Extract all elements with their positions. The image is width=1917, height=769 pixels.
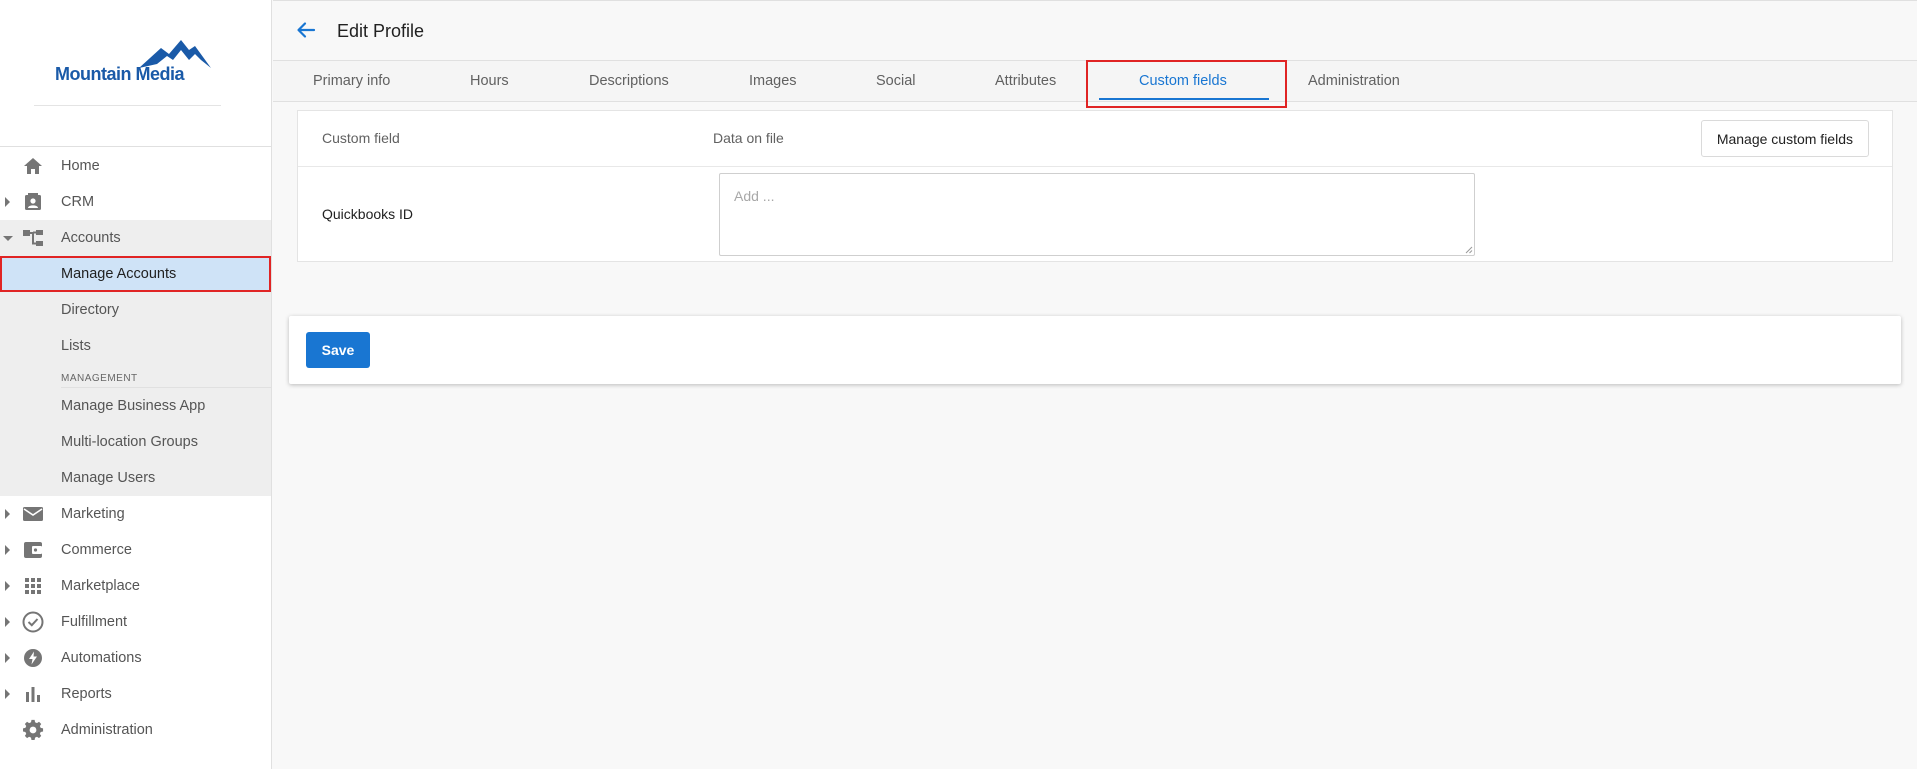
sidebar-item-home[interactable]: Home — [0, 148, 271, 184]
sidebar-item-accounts[interactable]: Accounts — [0, 220, 271, 256]
expand-caret-icon[interactable] — [5, 581, 10, 591]
home-icon — [22, 156, 44, 176]
hierarchy-icon — [22, 228, 44, 248]
sidebar-item-label: Directory — [61, 302, 120, 318]
sidebar-item-directory[interactable]: Directory — [0, 292, 271, 328]
sidebar: Mountain Media Home CRM Accounts Manage … — [0, 0, 272, 769]
save-bar: Save — [289, 316, 1901, 384]
quickbooks-id-field[interactable] — [719, 173, 1475, 256]
sidebar-item-administration[interactable]: Administration — [0, 712, 271, 748]
tab-descriptions[interactable]: Descriptions — [589, 61, 669, 101]
management-section-header: MANAGEMENT — [61, 364, 271, 388]
tab-administration[interactable]: Administration — [1308, 61, 1400, 101]
sidebar-item-marketplace[interactable]: Marketplace — [0, 568, 271, 604]
sidebar-item-label: Multi-location Groups — [61, 434, 198, 450]
sidebar-item-manage-users[interactable]: Manage Users — [0, 460, 271, 496]
sidebar-nav: Home CRM Accounts Manage Accounts Direct… — [0, 148, 271, 748]
page-header: Edit Profile — [273, 0, 1917, 61]
sidebar-item-label: Accounts — [61, 230, 121, 246]
sidebar-item-fulfillment[interactable]: Fulfillment — [0, 604, 271, 640]
sidebar-item-label: Reports — [61, 686, 112, 702]
tab-hours[interactable]: Hours — [470, 61, 509, 101]
accounts-group: Accounts Manage Accounts Directory Lists… — [0, 220, 271, 496]
sidebar-item-label: Marketplace — [61, 578, 140, 594]
sidebar-item-label: Manage Business App — [61, 398, 206, 414]
contact-card-icon — [22, 192, 44, 212]
resize-handle-icon[interactable] — [1464, 245, 1473, 254]
sidebar-item-label: Lists — [61, 338, 91, 354]
sidebar-item-label: Administration — [61, 722, 153, 738]
sidebar-item-label: CRM — [61, 194, 95, 210]
sidebar-item-label: Commerce — [61, 542, 132, 558]
sidebar-item-lists[interactable]: Lists — [0, 328, 271, 364]
sidebar-item-label: Fulfillment — [61, 614, 128, 630]
sidebar-item-marketing[interactable]: Marketing — [0, 496, 271, 532]
brand-logo[interactable]: Mountain Media — [55, 38, 215, 88]
tab-highlight-box — [1086, 60, 1287, 108]
collapse-caret-icon[interactable] — [3, 236, 13, 241]
bolt-icon — [22, 648, 44, 668]
sidebar-item-commerce[interactable]: Commerce — [0, 532, 271, 568]
sidebar-item-manage-business-app[interactable]: Manage Business App — [0, 388, 271, 424]
brand-name: Mountain Media — [55, 64, 185, 84]
sidebar-item-label: Manage Accounts — [61, 266, 177, 282]
expand-caret-icon[interactable] — [5, 197, 10, 207]
sidebar-item-label: Manage Users — [61, 470, 156, 486]
gear-icon — [22, 719, 44, 740]
expand-caret-icon[interactable] — [5, 509, 10, 519]
column-header-data-on-file: Data on file — [713, 130, 784, 146]
sidebar-item-label: Marketing — [61, 506, 125, 522]
expand-caret-icon[interactable] — [5, 617, 10, 627]
expand-caret-icon[interactable] — [5, 653, 10, 663]
custom-fields-header: Custom field Data on file Manage custom … — [298, 111, 1892, 167]
sidebar-item-automations[interactable]: Automations — [0, 640, 271, 676]
expand-caret-icon[interactable] — [5, 545, 10, 555]
mail-icon — [22, 504, 44, 524]
manage-custom-fields-button[interactable]: Manage custom fields — [1700, 120, 1869, 157]
profile-tabs: Primary info Hours Descriptions Images S… — [273, 60, 1917, 108]
back-arrow-icon[interactable] — [295, 19, 317, 41]
page-title: Edit Profile — [337, 21, 425, 41]
tab-primary-info[interactable]: Primary info — [313, 61, 390, 101]
check-circle-icon — [22, 611, 44, 633]
tab-attributes[interactable]: Attributes — [995, 61, 1056, 101]
bar-chart-icon — [22, 684, 44, 704]
column-header-custom-field: Custom field — [322, 130, 400, 146]
sidebar-item-multi-location-groups[interactable]: Multi-location Groups — [0, 424, 271, 460]
tab-social[interactable]: Social — [876, 61, 916, 101]
wallet-icon — [22, 540, 44, 560]
save-button[interactable]: Save — [306, 332, 370, 368]
logo-area: Mountain Media — [0, 0, 271, 147]
sidebar-item-reports[interactable]: Reports — [0, 676, 271, 712]
sidebar-item-label: Home — [61, 158, 100, 174]
grid-icon — [22, 576, 44, 596]
sidebar-item-manage-accounts[interactable]: Manage Accounts — [0, 256, 271, 292]
expand-caret-icon[interactable] — [5, 689, 10, 699]
custom-fields-card: Custom field Data on file Manage custom … — [297, 110, 1893, 262]
custom-field-label: Quickbooks ID — [322, 206, 414, 222]
logo-divider — [34, 105, 221, 106]
sidebar-item-crm[interactable]: CRM — [0, 184, 271, 220]
tab-images[interactable]: Images — [749, 61, 797, 101]
section-header-label: MANAGEMENT — [61, 373, 138, 384]
sidebar-item-label: Automations — [61, 650, 142, 666]
